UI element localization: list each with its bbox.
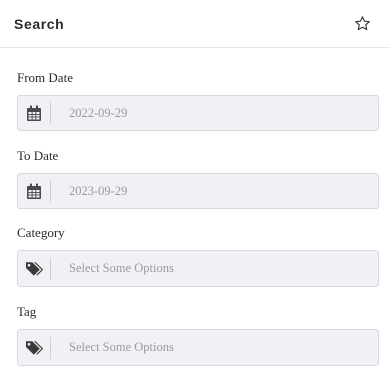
to-date-field: To Date 2023-09-29: [17, 148, 379, 209]
panel-header: Search: [0, 0, 390, 48]
tag-select[interactable]: Select Some Options: [17, 329, 379, 366]
category-addon: [18, 257, 51, 280]
tags-icon: [25, 341, 43, 355]
favorite-button[interactable]: [351, 13, 373, 35]
star-outline-icon: [354, 16, 370, 31]
tag-field: Tag Select Some Options: [17, 304, 379, 366]
category-label: Category: [17, 225, 65, 240]
search-panel: Search From Date 2022-09-29 To Date 2023…: [0, 0, 390, 383]
panel-title: Search: [14, 15, 65, 32]
category-select[interactable]: Select Some Options: [17, 250, 379, 287]
category-placeholder: Select Some Options: [69, 261, 174, 275]
tags-icon: [25, 262, 43, 276]
category-field: Category Select Some Options: [17, 225, 379, 287]
to-date-value: 2023-09-29: [69, 183, 128, 198]
calendar-icon: [27, 183, 41, 199]
to-date-input[interactable]: 2023-09-29: [17, 173, 379, 209]
tag-addon: [18, 336, 51, 359]
tag-label: Tag: [17, 304, 37, 319]
to-date-label: To Date: [17, 148, 59, 163]
from-date-label: From Date: [17, 70, 73, 85]
from-date-input[interactable]: 2022-09-29: [17, 95, 379, 131]
from-date-addon: [18, 102, 51, 124]
tag-placeholder: Select Some Options: [69, 340, 174, 354]
calendar-icon: [27, 105, 41, 121]
from-date-value: 2022-09-29: [69, 105, 128, 120]
from-date-field: From Date 2022-09-29: [17, 70, 379, 131]
to-date-addon: [18, 180, 51, 202]
